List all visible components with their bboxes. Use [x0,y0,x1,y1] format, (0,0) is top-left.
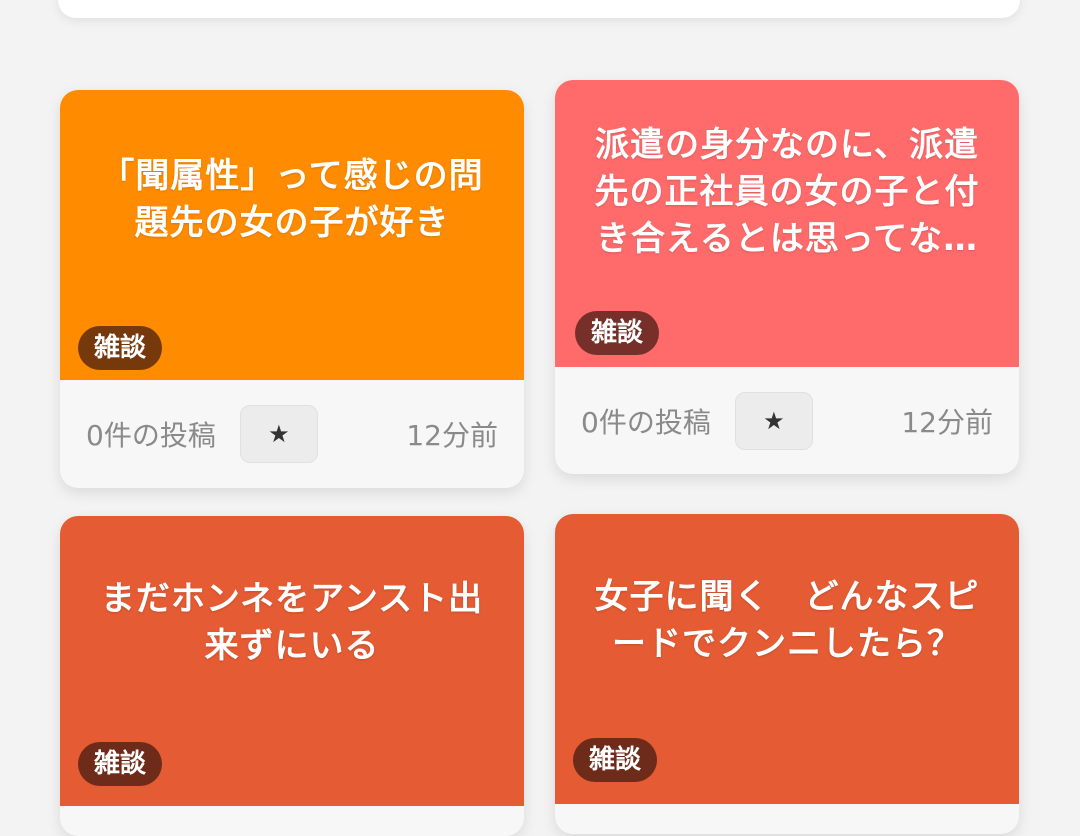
post-title: 「聞属性」って感じの問題先の女の子が好き [100,156,484,243]
post-cover[interactable]: まだホンネをアンスト出来ずにいる 雑談 [60,516,524,806]
post-count: 0件の投稿 [581,406,711,439]
post-cover[interactable]: 女子に聞く どんなスピードでクンニしたら？ 雑談 [555,514,1019,804]
category-tag: 雑談 [575,311,660,355]
post-title: 派遣の身分なのに、派遣先の正社員の女の子と付き合えるとは思ってな… [594,125,980,259]
post-time: 12分前 [406,419,498,452]
post-footer: 0件の投稿 ★ 12分前 [60,380,524,488]
category-tag: 雑談 [78,326,163,370]
post-card[interactable]: まだホンネをアンスト出来ずにいる 雑談 [60,516,524,836]
post-cover[interactable]: 派遣の身分なのに、派遣先の正社員の女の子と付き合えるとは思ってな… 雑談 [555,80,1019,367]
post-cover[interactable]: 「聞属性」って感じの問題先の女の子が好き 雑談 [60,90,524,380]
post-card[interactable]: 派遣の身分なのに、派遣先の正社員の女の子と付き合えるとは思ってな… 雑談 0件の… [555,80,1019,474]
post-title: 女子に聞く どんなスピードでクンニしたら？ [594,577,980,664]
post-card[interactable]: 女子に聞く どんなスピードでクンニしたら？ 雑談 [555,514,1019,834]
post-card[interactable]: 「聞属性」って感じの問題先の女の子が好き 雑談 0件の投稿 ★ 12分前 [60,90,524,488]
star-icon[interactable]: ★ [239,405,318,463]
star-icon[interactable]: ★ [734,392,813,450]
post-footer: 0件の投稿 ★ 12分前 [555,367,1019,474]
category-tag: 雑談 [78,742,163,786]
previous-card[interactable] [58,0,1020,18]
post-title: まだホンネをアンスト出来ずにいる [100,579,484,666]
post-count: 0件の投稿 [86,419,216,452]
post-time: 12分前 [901,406,993,439]
category-tag: 雑談 [573,738,658,782]
